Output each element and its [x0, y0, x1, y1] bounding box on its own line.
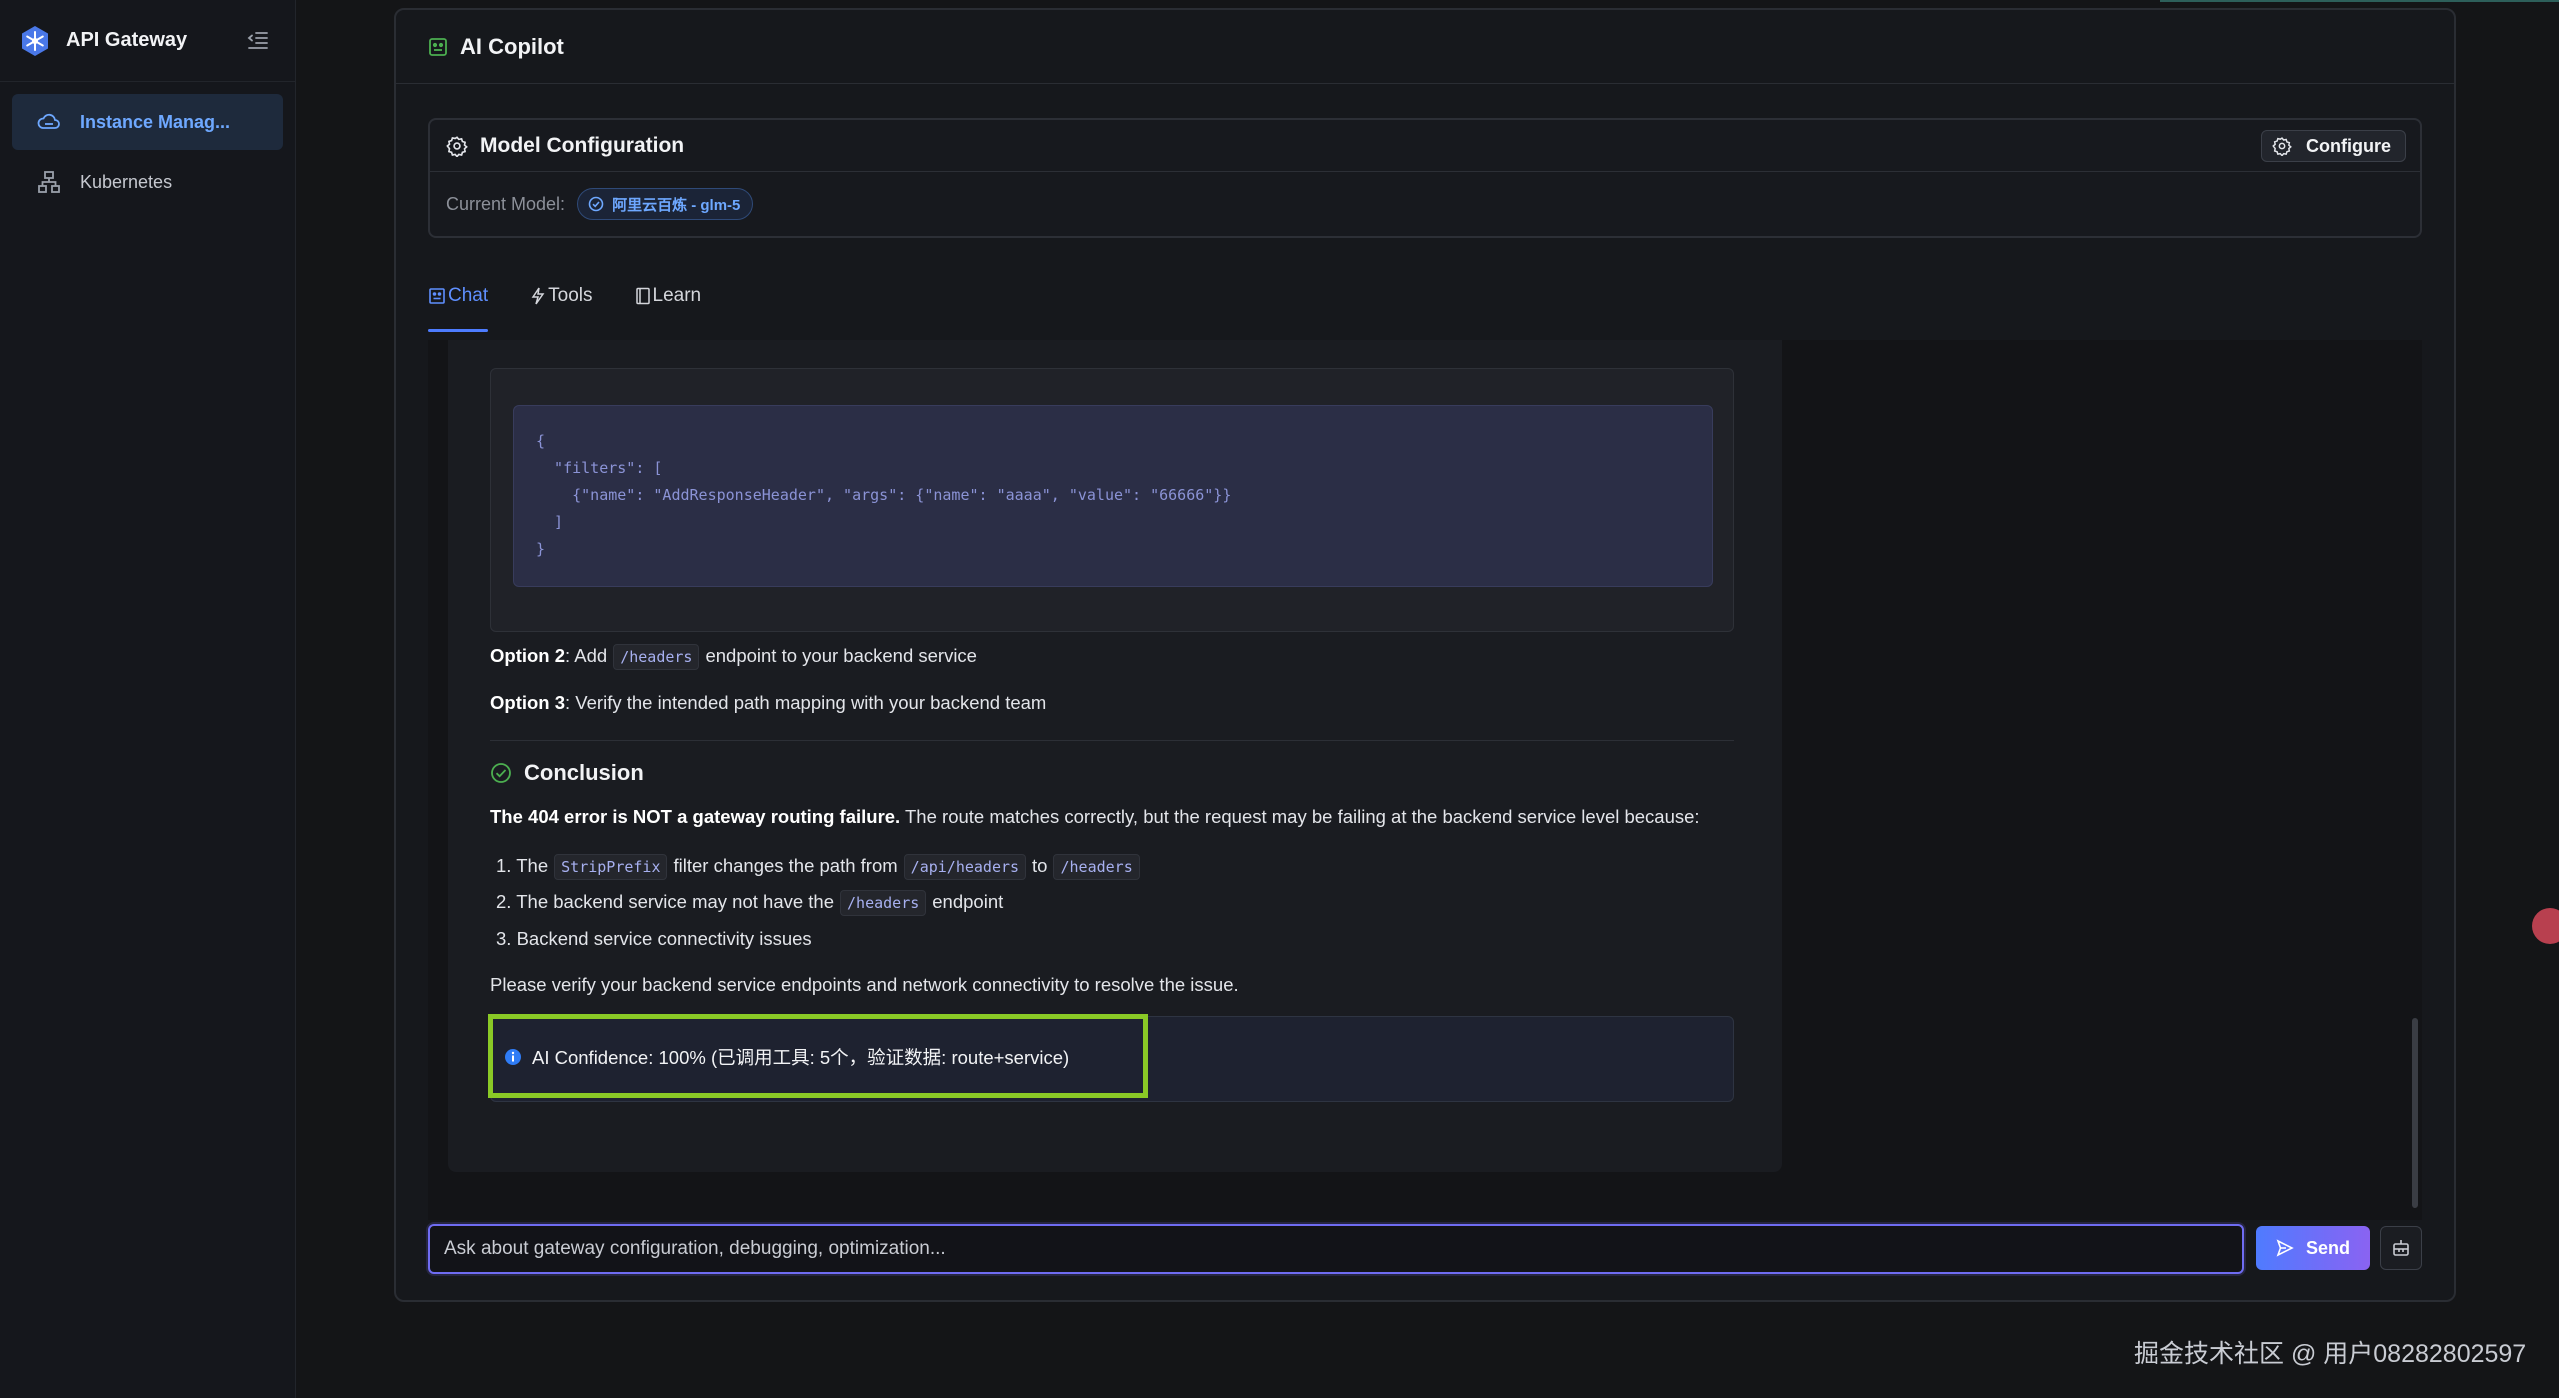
book-icon: [635, 287, 651, 305]
tab-chat[interactable]: Chat: [428, 260, 489, 332]
confidence-text: AI Confidence: 100% (已调用工具: 5个，验证数据: rou…: [504, 1044, 1069, 1070]
collapse-sidebar-icon[interactable]: [244, 26, 272, 54]
current-model-row: Current Model: 阿里云百炼 - glm-5: [430, 172, 2420, 236]
chat-icon: [428, 287, 446, 305]
robot-icon[interactable]: [2380, 1226, 2422, 1270]
tab-learn[interactable]: Learn: [635, 260, 702, 332]
tab-tools[interactable]: Tools: [530, 260, 593, 332]
list-item: 2. The backend service may not have the /…: [496, 890, 1003, 916]
sidebar-nav: Instance Manag... Kubernetes: [0, 82, 295, 210]
current-model-value: 阿里云百炼 - glm-5: [612, 196, 741, 214]
list-item: 3. Backend service connectivity issues: [496, 928, 812, 949]
sidebar-item-label: Kubernetes: [80, 171, 173, 192]
divider: [490, 740, 1734, 741]
model-config-title: Model Configuration: [480, 133, 685, 157]
inline-code: /headers: [840, 890, 927, 916]
tab-label: Chat: [448, 285, 489, 306]
option-2-text: Option 2: Add/headers endpoint to your ba…: [490, 644, 977, 670]
copilot-tabs: Chat Tools Learn: [428, 260, 743, 332]
sidebar-item-label: Instance Manag...: [80, 111, 231, 132]
floating-assistant-bubble[interactable]: [2532, 908, 2559, 944]
model-card-header: Model Configuration: [430, 120, 2420, 172]
conclusion-heading: Conclusion: [490, 760, 644, 786]
send-button[interactable]: Send: [2256, 1226, 2370, 1270]
code-card: { "filters": [ {"name": "AddResponseHead…: [490, 368, 1734, 632]
inline-code: /api/headers: [903, 854, 1027, 880]
model-configuration-card: Model Configuration Configure Current Mo…: [428, 118, 2422, 238]
assistant-message: { "filters": [ {"name": "AddResponseHead…: [448, 340, 1782, 1172]
watermark: 掘金技术社区 @ 用户08282802597: [2134, 1340, 2527, 1368]
sidebar-item-instance-management[interactable]: Instance Manag...: [12, 94, 283, 150]
sitemap-icon: [36, 169, 62, 195]
top-accent-line: [2160, 0, 2559, 2]
tab-label: Learn: [652, 285, 702, 306]
chat-input[interactable]: [430, 1226, 2242, 1272]
inline-code: StripPrefix: [554, 854, 668, 880]
check-circle-icon: [490, 762, 512, 784]
list-item: 1. The StripPrefix filter changes the path…: [496, 854, 1146, 880]
current-model-label: Current Model:: [446, 193, 566, 214]
send-label: Send: [2305, 1237, 2350, 1258]
panel-header: AI Copilot: [396, 10, 2454, 84]
current-model-tag: 阿里云百炼 - glm-5: [577, 188, 754, 220]
brand-title: API Gateway: [66, 29, 188, 51]
chat-messages[interactable]: { "filters": [ {"name": "AddResponseHead…: [428, 340, 2422, 1220]
bolt-icon: [530, 287, 546, 305]
configure-label: Configure: [2306, 135, 2391, 156]
info-icon: [504, 1048, 522, 1066]
gear-icon: [2272, 136, 2292, 156]
inline-code: /headers: [1053, 854, 1140, 880]
inline-code: /headers: [613, 644, 700, 670]
sidebar-item-kubernetes[interactable]: Kubernetes: [12, 154, 283, 210]
check-circle-icon: [588, 196, 604, 212]
ai-copilot-panel: AI Copilot Model Configuration Configure…: [394, 8, 2456, 1302]
gear-icon: [446, 135, 468, 157]
option-3-text: Option 3: Verify the intended path mappi…: [490, 692, 1047, 713]
closing-text: Please verify your backend service endpo…: [490, 974, 1239, 995]
conclusion-summary: The 404 error is NOT a gateway routing f…: [490, 806, 1700, 827]
sidebar: API Gateway Instance Manag... Kubernetes: [0, 0, 296, 1398]
tab-label: Tools: [548, 285, 593, 306]
panel-title: AI Copilot: [460, 33, 564, 59]
scrollbar-thumb[interactable]: [2412, 1018, 2418, 1208]
send-icon: [2276, 1239, 2294, 1257]
chat-input-field[interactable]: [428, 1224, 2244, 1274]
json-code-block: { "filters": [ {"name": "AddResponseHead…: [513, 405, 1713, 587]
cloud-icon: [36, 109, 62, 135]
robot-icon: [428, 37, 448, 57]
snowflake-logo-icon: [18, 24, 52, 58]
configure-button[interactable]: Configure: [2261, 130, 2406, 162]
